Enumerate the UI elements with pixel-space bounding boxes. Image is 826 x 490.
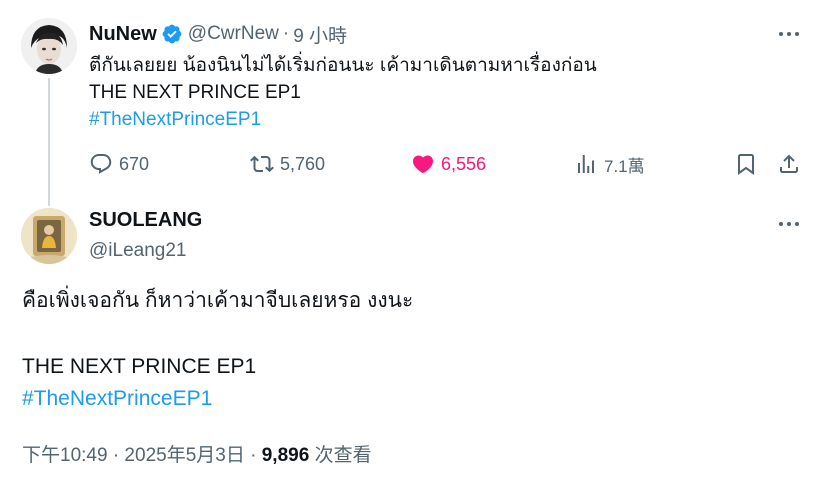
- repost-button[interactable]: 5,760: [250, 150, 325, 178]
- heart-icon: [412, 155, 434, 174]
- hashtag-link[interactable]: #TheNextPrinceEP1: [89, 106, 261, 134]
- repost-icon: [250, 155, 274, 173]
- tweet-timestamp[interactable]: 下午10:49 · 2025年5月3日 ·: [22, 445, 256, 466]
- bookmark-icon: [738, 154, 754, 175]
- tweet-text-line: ตีกันเลยยย น้องนินไม่ได้เริ่มก่อนนะ เค้า…: [89, 55, 597, 76]
- author-display-name[interactable]: SUOLEANG: [89, 209, 202, 232]
- hashtag-link[interactable]: #TheNextPrinceEP1: [22, 384, 212, 414]
- reply-button[interactable]: 670: [89, 150, 149, 178]
- parent-tweet[interactable]: NuNew @CwrNew · 9 小時 ตีกันเลยยย น้องนินไ…: [0, 0, 826, 206]
- tweet-metadata: 下午10:49 · 2025年5月3日 · 9,896 次查看: [22, 440, 372, 467]
- reply-count: 670: [119, 153, 150, 174]
- author-row: NuNew @CwrNew · 9 小時: [89, 21, 347, 47]
- avatar[interactable]: [21, 18, 77, 74]
- more-icon[interactable]: [774, 212, 804, 236]
- tweet-text-line: คือเพิ่งเจอกัน ก็หาว่าเค้ามาจีบเลยหรอ งง…: [22, 289, 414, 312]
- like-count: 6,556: [441, 153, 487, 174]
- more-icon[interactable]: [774, 22, 804, 46]
- author-handle[interactable]: @CwrNew: [188, 23, 279, 45]
- tweet-text-line: THE NEXT PRINCE EP1: [22, 355, 257, 378]
- view-count: 7.1萬: [604, 156, 645, 176]
- views-label: 次查看: [314, 445, 372, 466]
- thread-connector-line: [48, 78, 50, 206]
- author-handle[interactable]: @iLeang21: [89, 240, 186, 262]
- separator-dot: ·: [282, 23, 290, 44]
- analytics-icon: [578, 155, 594, 173]
- avatar[interactable]: [21, 208, 77, 264]
- bookmark-button[interactable]: [734, 150, 758, 178]
- like-button[interactable]: 6,556: [411, 150, 486, 178]
- views-button[interactable]: 7.1萬: [574, 150, 645, 178]
- tweet-time[interactable]: 9 小時: [293, 21, 347, 48]
- repost-count: 5,760: [280, 153, 326, 174]
- author-display-name[interactable]: NuNew: [89, 23, 157, 46]
- views-count: 9,896: [261, 445, 310, 466]
- share-icon: [780, 154, 798, 173]
- reply-icon: [90, 154, 112, 174]
- verified-badge-icon[interactable]: [161, 23, 183, 45]
- share-button[interactable]: [777, 150, 801, 178]
- tweet-text-line: THE NEXT PRINCE EP1: [89, 82, 301, 103]
